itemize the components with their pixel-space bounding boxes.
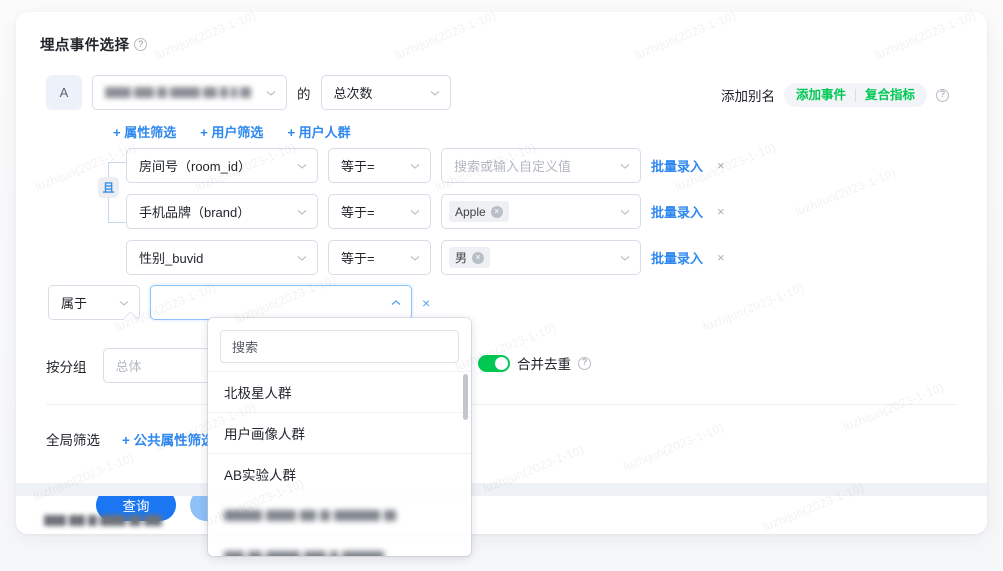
condition-tree: 且 房间号（room_id） 等于= bbox=[94, 148, 725, 286]
condition-value-tags: 男 × bbox=[449, 247, 613, 268]
value-tag: Apple × bbox=[449, 201, 509, 222]
section-separator-bar bbox=[16, 483, 987, 496]
condition-property-value: 房间号（room_id） bbox=[139, 156, 290, 175]
bulk-input-link[interactable]: 批量录入 bbox=[651, 248, 703, 267]
value-tag-label: Apple bbox=[455, 205, 486, 219]
condition-row: 性别_buvid 等于= 男 bbox=[126, 240, 725, 275]
condition-operator-select[interactable]: 等于= bbox=[328, 240, 431, 275]
bulk-input-link[interactable]: 批量录入 bbox=[651, 156, 703, 175]
event-name-select[interactable] bbox=[92, 75, 287, 110]
user-group-condition-row: 属于 × bbox=[48, 285, 430, 320]
chevron-up-icon[interactable] bbox=[390, 297, 402, 309]
page-title-text: 埋点事件选择 bbox=[40, 34, 129, 55]
page-title: 埋点事件选择 ? bbox=[40, 34, 147, 55]
condition-value-select[interactable]: 男 × bbox=[441, 240, 641, 275]
chevron-down-icon bbox=[265, 87, 277, 99]
close-icon[interactable]: × bbox=[491, 206, 503, 218]
condition-property-select[interactable]: 房间号（room_id） bbox=[126, 148, 318, 183]
condition-property-value: 性别_buvid bbox=[139, 248, 290, 267]
question-mark-icon[interactable]: ? bbox=[578, 357, 591, 370]
chevron-down-icon bbox=[619, 252, 631, 264]
aggregate-select[interactable]: 总次数 bbox=[321, 75, 451, 110]
dropdown-list: 北极星人群 用户画像人群 AB实验人群 bbox=[208, 371, 471, 556]
condition-operator-select[interactable]: 等于= bbox=[328, 148, 431, 183]
event-row: A 的 总次数 bbox=[46, 75, 451, 110]
close-icon[interactable]: × bbox=[422, 295, 430, 311]
condition-property-select[interactable]: 性别_buvid bbox=[126, 240, 318, 275]
dropdown-arrow bbox=[124, 312, 137, 320]
add-user-group-link[interactable]: + 用户人群 bbox=[287, 122, 350, 141]
condition-operator-select[interactable]: 等于= bbox=[328, 194, 431, 229]
condition-value-tags: Apple × bbox=[449, 201, 613, 222]
condition-value-placeholder: 搜索或输入自定义值 bbox=[454, 156, 613, 175]
condition-value-select[interactable]: 搜索或输入自定义值 bbox=[441, 148, 641, 183]
merge-dedupe-toggle[interactable] bbox=[478, 355, 510, 372]
user-group-dropdown: 搜索 北极星人群 用户画像人群 AB实验人群 bbox=[208, 318, 471, 556]
add-alias-label[interactable]: 添加别名 bbox=[721, 85, 775, 105]
merge-dedupe-control: 合并去重 ? bbox=[478, 353, 591, 373]
dropdown-search-placeholder: 搜索 bbox=[232, 337, 258, 356]
merge-dedupe-label: 合并去重 bbox=[517, 353, 571, 373]
question-mark-icon[interactable]: ? bbox=[134, 38, 147, 51]
tree-connector-line bbox=[108, 162, 126, 163]
chevron-down-icon bbox=[429, 87, 441, 99]
toggle-knob bbox=[495, 357, 508, 370]
alias-controls: 添加别名 添加事件 复合指标 ? bbox=[721, 83, 949, 107]
event-name-redacted-text bbox=[105, 87, 259, 98]
dropdown-scrollbar[interactable] bbox=[463, 374, 468, 420]
event-badge: A bbox=[46, 75, 82, 110]
value-tag-label: 男 bbox=[455, 249, 467, 266]
add-public-property-filter-link[interactable]: + 公共属性筛选 bbox=[122, 429, 215, 449]
condition-row: 手机品牌（brand） 等于= Ap bbox=[126, 194, 725, 229]
add-user-filter-link[interactable]: + 用户筛选 bbox=[200, 122, 263, 141]
section-divider bbox=[46, 404, 957, 405]
condition-operator-value: 等于= bbox=[341, 156, 403, 175]
condition-value-select[interactable]: Apple × bbox=[441, 194, 641, 229]
close-icon[interactable]: × bbox=[717, 250, 725, 265]
connector-label: 的 bbox=[297, 83, 311, 103]
add-property-filter-link[interactable]: + 属性筛选 bbox=[113, 122, 176, 141]
condition-property-select[interactable]: 手机品牌（brand） bbox=[126, 194, 318, 229]
question-mark-icon[interactable]: ? bbox=[936, 89, 949, 102]
user-group-value-select[interactable] bbox=[150, 285, 412, 320]
chevron-down-icon bbox=[619, 206, 631, 218]
global-filter-row: 全局筛选 + 公共属性筛选 bbox=[46, 429, 215, 449]
chevron-down-icon bbox=[409, 252, 421, 264]
chevron-down-icon bbox=[409, 160, 421, 172]
condition-property-value: 手机品牌（brand） bbox=[139, 202, 290, 221]
chevron-down-icon bbox=[118, 297, 130, 309]
event-selection-card: 埋点事件选择 ? A 的 总次数 bbox=[16, 12, 987, 534]
global-filter-label: 全局筛选 bbox=[46, 429, 100, 449]
dropdown-item[interactable]: 用户画像人群 bbox=[208, 412, 471, 453]
app-root: 埋点事件选择 ? A 的 总次数 bbox=[0, 0, 1003, 571]
close-icon[interactable]: × bbox=[717, 204, 725, 219]
value-tag: 男 × bbox=[449, 247, 490, 268]
belong-operator-value: 属于 bbox=[61, 293, 112, 312]
add-filter-links: + 属性筛选 + 用户筛选 + 用户人群 bbox=[113, 122, 351, 141]
aggregate-value: 总次数 bbox=[334, 83, 423, 102]
chevron-down-icon bbox=[409, 206, 421, 218]
dropdown-item[interactable] bbox=[208, 494, 471, 535]
next-section-title-redacted bbox=[44, 515, 162, 526]
and-connector-badge[interactable]: 且 bbox=[98, 177, 119, 198]
composite-metric-button[interactable]: 复合指标 bbox=[856, 83, 924, 107]
chevron-down-icon bbox=[296, 252, 308, 264]
add-event-button[interactable]: 添加事件 bbox=[787, 83, 855, 107]
bulk-input-link[interactable]: 批量录入 bbox=[651, 202, 703, 221]
dropdown-item[interactable]: AB实验人群 bbox=[208, 453, 471, 494]
chevron-down-icon bbox=[619, 160, 631, 172]
group-by-label: 按分组 bbox=[46, 356, 87, 376]
chevron-down-icon bbox=[296, 206, 308, 218]
dropdown-item[interactable] bbox=[208, 535, 471, 556]
dropdown-item[interactable]: 北极星人群 bbox=[208, 371, 471, 412]
condition-operator-value: 等于= bbox=[341, 202, 403, 221]
chevron-down-icon bbox=[296, 160, 308, 172]
close-icon[interactable]: × bbox=[717, 158, 725, 173]
alias-button-group: 添加事件 复合指标 bbox=[784, 83, 927, 107]
tree-connector-line bbox=[108, 222, 126, 223]
condition-operator-value: 等于= bbox=[341, 248, 403, 267]
condition-row: 房间号（room_id） 等于= 搜索或输入自定义值 bbox=[126, 148, 725, 183]
close-icon[interactable]: × bbox=[472, 252, 484, 264]
dropdown-search-input[interactable]: 搜索 bbox=[220, 330, 459, 363]
